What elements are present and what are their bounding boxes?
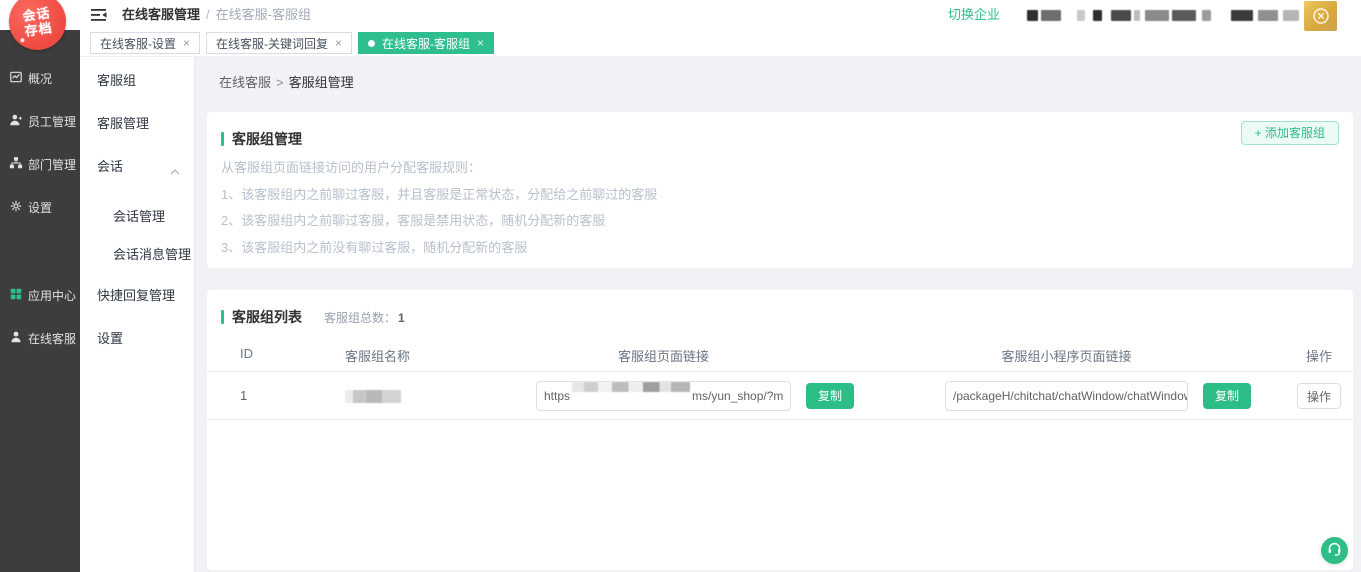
group-page-link-input[interactable]: https ms/yun_shop/?m [536,381,791,411]
customer-support-float-button[interactable] [1321,537,1348,564]
copy-miniprogram-link-button[interactable]: 复制 [1203,383,1251,409]
tab-close-icon[interactable]: × [183,36,190,50]
sidebar-item-employees[interactable]: 员工管理 [9,112,76,130]
submenu-label: 客服组 [97,73,136,88]
copy-page-link-button[interactable]: 复制 [806,383,854,409]
table-row: 1 https ms/yun_shop/?m 复制 /packageH/chitc… [207,372,1353,420]
sidebar-item-app-center[interactable]: 应用中心 [9,286,76,304]
sidebar-item-label: 应用中心 [28,287,76,304]
avatar[interactable] [1304,1,1337,31]
submenu-session[interactable]: 会话 [97,158,186,176]
column-page-link: 客服组页面链接 [536,346,791,365]
cell-group-name-redacted [345,390,401,405]
secondary-sidebar: 客服组 客服管理 会话 会话管理 会话消息管理 快捷回复管理 设置 [80,57,195,572]
card-title-row: 客服组管理 [207,112,1353,149]
main-content: 在线客服 > 客服组管理 客服组管理 + 添加客服组 从客服组页面链接访问的用户分配… [195,57,1361,572]
submenu-quick-reply-management[interactable]: 快捷回复管理 [97,287,186,305]
sidebar-item-departments[interactable]: 部门管理 [9,155,76,173]
breadcrumb-current: 在线客服-客服组 [216,7,311,22]
submenu-label: 会话管理 [113,209,165,224]
column-group-name: 客服组名称 [345,346,410,365]
user-icon [9,113,23,130]
title-accent-bar [221,310,224,324]
card-title: 客服组管理 [232,129,302,149]
rules-intro: 从客服组页面链接访问的用户分配客服规则： [221,155,657,182]
card-title-row: 客服组列表 客服组总数：1 [207,290,1353,327]
headset-icon [1326,540,1343,562]
page-breadcrumb-root[interactable]: 在线客服 [219,75,271,90]
service-group-management-card: 客服组管理 + 添加客服组 从客服组页面链接访问的用户分配客服规则： 1、该客服… [207,112,1353,268]
top-header: 在线客服管理 / 在线客服-客服组 切换企业 [0,0,1361,30]
breadcrumb-separator: / [206,7,210,22]
submenu-service-management[interactable]: 客服管理 [97,115,186,133]
tab-label: 在线客服-客服组 [382,35,470,52]
tab-close-icon[interactable]: × [335,36,342,50]
redacted-company-name [1027,10,1299,21]
column-actions: 操作 [1297,346,1341,365]
badge-line2: 存档 [24,20,54,39]
primary-sidebar: 概况 员工管理 部门管理 设置 应用中心 在线客服 [0,30,80,572]
sidebar-item-label: 在线客服 [28,330,76,347]
active-tab-dot [368,40,375,47]
tab-label: 在线客服-关键词回复 [216,35,328,52]
table-header: ID 客服组名称 客服组页面链接 客服组小程序页面链接 操作 [207,340,1353,372]
header-breadcrumb: 在线客服管理 / 在线客服-客服组 [122,0,311,30]
column-miniprogram-link: 客服组小程序页面链接 [945,346,1188,365]
tab-service-group[interactable]: 在线客服-客服组 × [358,32,494,54]
link-prefix: https [544,389,570,403]
miniprogram-link-text: /packageH/chitchat/chatWindow/chatWindow… [953,389,1188,403]
assignment-rules: 从客服组页面链接访问的用户分配客服规则： 1、该客服组内之前聊过客服，并且客服是… [221,155,657,261]
card-title: 客服组列表 [232,307,302,327]
link-suffix: ms/yun_shop/?m [692,389,783,403]
submenu-label: 会话消息管理 [113,247,191,262]
page-breadcrumb: 在线客服 > 客服组管理 [219,72,354,91]
tab-keyword-reply[interactable]: 在线客服-关键词回复 × [206,32,352,54]
add-service-group-button[interactable]: + 添加客服组 [1241,121,1339,145]
tab-label: 在线客服-设置 [100,35,176,52]
miniprogram-link-input[interactable]: /packageH/chitchat/chatWindow/chatWindow… [945,381,1188,411]
group-total: 客服组总数：1 [324,309,405,326]
switch-company-link[interactable]: 切换企业 [948,0,1000,30]
page-breadcrumb-separator: > [276,75,284,90]
group-total-label: 客服组总数： [324,311,396,325]
collapse-menu-icon[interactable] [90,8,108,22]
submenu-session-management[interactable]: 会话管理 [113,208,186,226]
title-accent-bar [221,132,224,146]
row-action-button[interactable]: 操作 [1297,383,1341,409]
sidebar-item-label: 员工管理 [28,113,76,130]
apps-grid-icon [9,287,23,304]
sidebar-item-overview[interactable]: 概况 [9,69,52,87]
breadcrumb-root[interactable]: 在线客服管理 [122,7,200,22]
org-icon [9,156,23,173]
sidebar-item-label: 概况 [28,70,52,87]
rule-1: 1、该客服组内之前聊过客服，并且客服是正常状态，分配给之前聊过的客服 [221,182,657,209]
column-id: ID [240,346,253,361]
group-total-value: 1 [398,311,405,325]
gear-icon [9,199,23,216]
tab-close-icon[interactable]: × [477,36,484,50]
submenu-label: 设置 [97,331,123,346]
agent-icon [9,330,23,347]
page-breadcrumb-current: 客服组管理 [289,75,354,90]
sidebar-item-label: 部门管理 [28,156,76,173]
submenu-label: 快捷回复管理 [97,288,175,303]
submenu-label: 会话 [97,159,123,174]
cell-id: 1 [240,372,247,420]
sidebar-item-label: 设置 [28,199,52,216]
submenu-label: 客服管理 [97,116,149,131]
submenu-settings[interactable]: 设置 [97,330,186,348]
rule-3: 3、该客服组内之前没有聊过客服，随机分配新的客服 [221,235,657,262]
submenu-service-group[interactable]: 客服组 [97,72,186,90]
submenu-session-message-management[interactable]: 会话消息管理 [113,246,186,264]
open-tabs-bar: 在线客服-设置 × 在线客服-关键词回复 × 在线客服-客服组 × [80,30,1361,57]
service-group-list-card: 客服组列表 客服组总数：1 ID 客服组名称 客服组页面链接 客服组小程序页面链… [207,290,1353,570]
tab-online-service-settings[interactable]: 在线客服-设置 × [90,32,200,54]
chevron-up-icon[interactable] [169,163,181,181]
rule-2: 2、该客服组内之前聊过客服，客服是禁用状态，随机分配新的客服 [221,208,657,235]
sidebar-item-online-service[interactable]: 在线客服 [9,329,76,347]
sidebar-item-settings[interactable]: 设置 [9,198,52,216]
chart-icon [9,70,23,87]
